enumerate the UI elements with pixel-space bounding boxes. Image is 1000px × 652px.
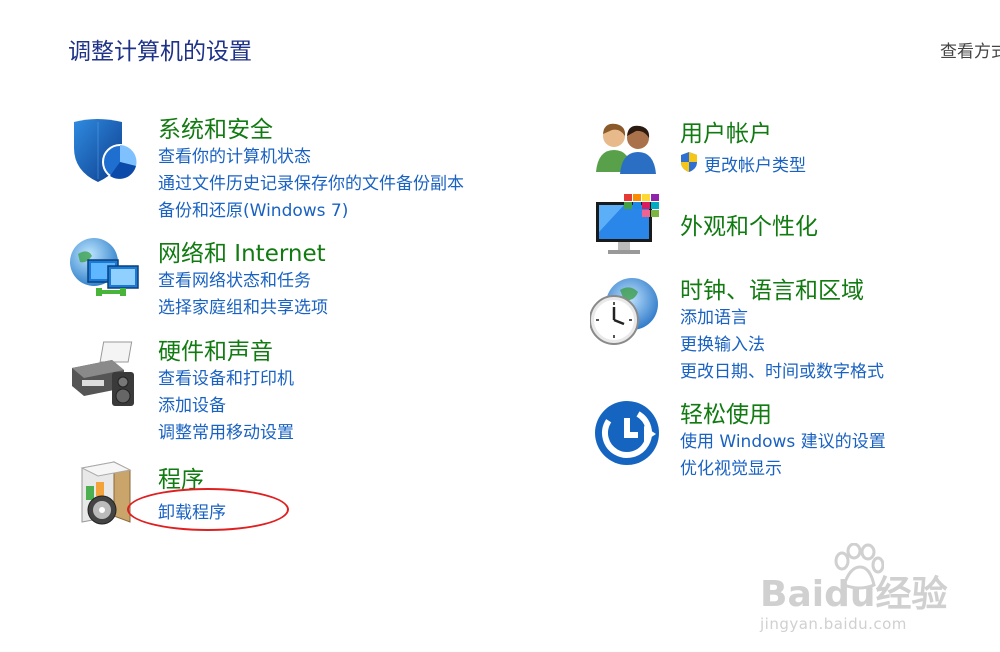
baidu-paw-icon: [834, 543, 884, 590]
link-network-status[interactable]: 查看网络状态和任务: [158, 266, 311, 291]
link-optimize-visual[interactable]: 优化视觉显示: [680, 454, 782, 479]
baidu-watermark: Baidu经验 jingyan.baidu.com: [760, 543, 947, 633]
link-homegroup-sharing[interactable]: 选择家庭组和共享选项: [158, 293, 328, 318]
users-icon[interactable]: [594, 118, 662, 176]
monitor-palette-icon[interactable]: [594, 192, 664, 262]
link-add-device[interactable]: 添加设备: [158, 391, 226, 416]
link-change-input-method[interactable]: 更换输入法: [680, 330, 765, 355]
category-title-network-internet[interactable]: 网络和 Internet: [158, 234, 326, 268]
link-view-computer-status[interactable]: 查看你的计算机状态: [158, 142, 311, 167]
category-title-appearance[interactable]: 外观和个性化: [680, 207, 818, 241]
clock-globe-icon[interactable]: [590, 276, 662, 348]
printer-speaker-icon[interactable]: [68, 340, 140, 410]
category-title-ease-of-access[interactable]: 轻松使用: [680, 395, 772, 429]
link-mobility-settings[interactable]: 调整常用移动设置: [158, 418, 294, 443]
uac-shield-icon: [681, 152, 697, 172]
annotation-ellipse: [127, 488, 289, 531]
link-devices-printers[interactable]: 查看设备和打印机: [158, 364, 294, 389]
link-change-account-type[interactable]: 更改帐户类型: [704, 151, 806, 176]
ease-of-access-icon[interactable]: [594, 400, 662, 468]
security-shield-icon[interactable]: [70, 116, 140, 186]
programs-box-icon[interactable]: [78, 460, 136, 528]
page-title: 调整计算机的设置: [68, 39, 252, 65]
link-recommended-settings[interactable]: 使用 Windows 建议的设置: [680, 427, 886, 452]
category-title-hardware-sound[interactable]: 硬件和声音: [158, 332, 273, 366]
link-date-time-format[interactable]: 更改日期、时间或数字格式: [680, 357, 884, 382]
link-file-history-backup[interactable]: 通过文件历史记录保存你的文件备份副本: [158, 169, 464, 194]
category-title-user-accounts[interactable]: 用户帐户: [680, 114, 772, 148]
category-title-system-security[interactable]: 系统和安全: [158, 110, 273, 144]
link-add-language[interactable]: 添加语言: [680, 303, 748, 328]
network-globe-icon[interactable]: [68, 236, 142, 306]
category-title-clock-language-region[interactable]: 时钟、语言和区域: [680, 271, 864, 305]
view-by-label[interactable]: 查看方式: [940, 37, 1000, 62]
link-backup-restore[interactable]: 备份和还原(Windows 7): [158, 196, 348, 221]
watermark-url: jingyan.baidu.com: [760, 615, 907, 633]
